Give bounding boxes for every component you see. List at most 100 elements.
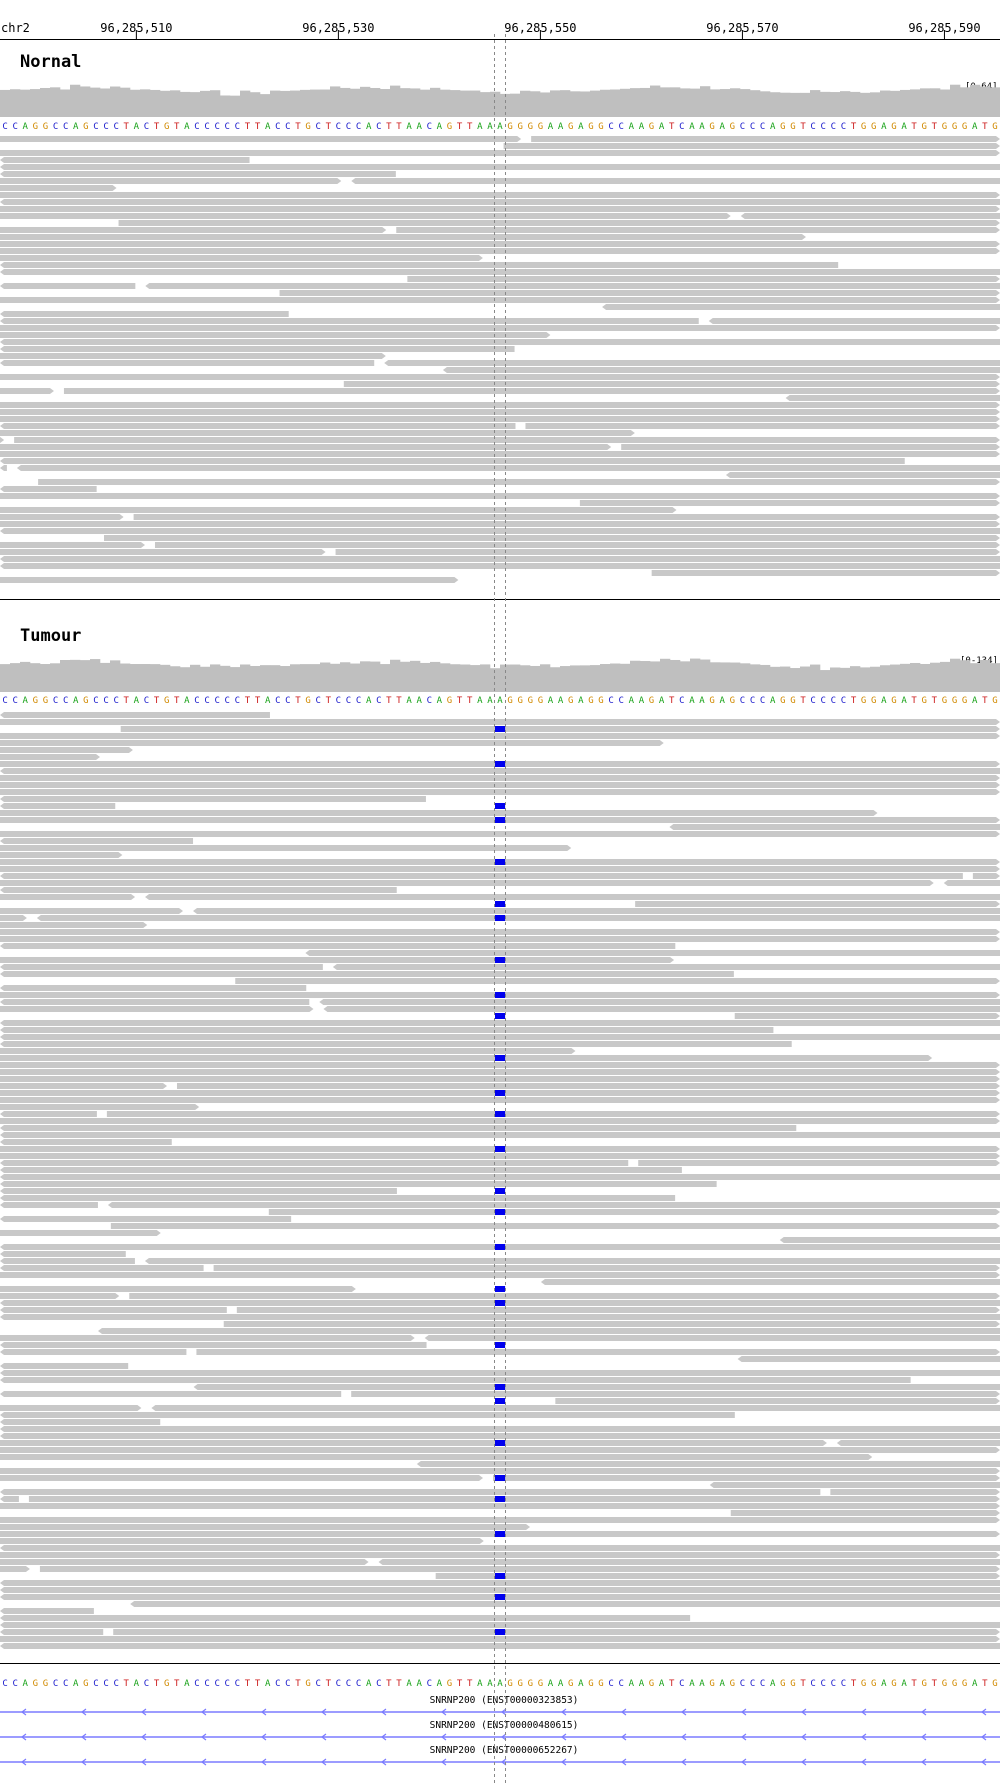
read [943, 880, 1000, 886]
reference-base: G [871, 696, 876, 706]
reference-base: C [275, 1679, 280, 1689]
coverage-bar [900, 89, 911, 117]
coverage-bar [460, 90, 471, 117]
read [0, 1503, 1000, 1509]
read [0, 332, 551, 338]
gene-feature[interactable]: SNRNP200 (ENST00000480615) [0, 1720, 1000, 1741]
reference-base: A [497, 122, 503, 132]
reference-base: T [467, 696, 473, 706]
reference-base: G [517, 696, 522, 706]
read [0, 985, 307, 991]
reference-base: G [164, 122, 169, 132]
read [0, 1629, 104, 1635]
reference-base: G [517, 1679, 522, 1689]
read [0, 957, 675, 963]
reference-base: C [346, 696, 351, 706]
read [28, 1496, 1000, 1502]
coverage-bar [930, 662, 941, 692]
gene-feature[interactable]: SNRNP200 (ENST00000323853) [0, 1695, 1000, 1716]
coverage-bar [280, 666, 291, 692]
coverage-bar [770, 92, 781, 117]
coverage-bar [160, 90, 171, 117]
read [0, 1391, 342, 1397]
reference-base: A [184, 696, 190, 706]
read [0, 1377, 911, 1383]
read [0, 845, 572, 851]
read [0, 1335, 415, 1341]
coverage-bar [890, 90, 901, 117]
coverage-bar [250, 665, 261, 692]
coverage-bar [520, 665, 531, 692]
reference-base: G [83, 696, 88, 706]
variant-base [495, 1342, 506, 1348]
reference-base: G [780, 122, 785, 132]
coverage-bar [640, 87, 651, 117]
gene-line[interactable] [0, 1708, 1000, 1716]
reference-base: T [467, 1679, 473, 1689]
read [223, 1321, 1000, 1327]
reference-base: C [376, 1679, 381, 1689]
variant-base [495, 1384, 506, 1390]
reads-normal[interactable] [0, 136, 1000, 583]
reference-base: C [204, 122, 209, 132]
reference-base: G [528, 122, 533, 132]
reference-base: T [396, 696, 402, 706]
reference-base: A [477, 122, 483, 132]
coverage-bar [120, 663, 131, 692]
read [0, 157, 250, 163]
reference-base: A [437, 122, 443, 132]
reference-base: A [639, 1679, 645, 1689]
read [785, 395, 1000, 401]
coverage-track-normal[interactable] [0, 84, 1000, 117]
coverage-bar [20, 661, 31, 692]
coverage-bar [610, 663, 621, 692]
reference-base: C [831, 696, 836, 706]
read [0, 171, 396, 177]
coverage-bar [10, 89, 21, 117]
reference-base: A [578, 696, 584, 706]
reference-base: A [23, 696, 29, 706]
read [0, 747, 133, 753]
read [0, 423, 516, 429]
reference-base: G [588, 122, 593, 132]
reference-base: C [679, 1679, 684, 1689]
reference-base: A [972, 696, 978, 706]
read [0, 1489, 821, 1495]
reference-base: A [578, 1679, 584, 1689]
alignment-track-tumour[interactable]: Tumour [0-134] CCAGGCCAGCCCTACTGTACCCCCT… [0, 626, 1000, 1649]
variant-base [495, 817, 506, 823]
coverage-bar [710, 89, 721, 117]
alignment-track-normal[interactable]: Nornal [0-64] CCAGGCCAGCCCTACTGTACCCCCTT… [0, 52, 1000, 583]
read [836, 1440, 1000, 1446]
reference-base: C [214, 696, 219, 706]
reference-base: G [43, 696, 48, 706]
read [0, 556, 1000, 562]
coverage-bar [90, 659, 101, 692]
gene-line[interactable] [0, 1733, 1000, 1741]
read [651, 570, 1000, 576]
gene-feature[interactable]: SNRNP200 (ENST00000652267) [0, 1745, 1000, 1766]
coverage-track-tumour[interactable] [0, 658, 1000, 692]
reference-base: C [356, 122, 361, 132]
reference-base: G [871, 1679, 876, 1689]
gene-track[interactable]: CCAGGCCAGCCCTACTGTACCCCCTTACCTGCTCCCACTT… [0, 1679, 1000, 1766]
reads-tumour[interactable] [0, 712, 1000, 1649]
coverage-bar [830, 667, 841, 692]
reference-base: C [750, 696, 755, 706]
ruler-tick-label: 96,285,550 [504, 21, 576, 35]
reference-base: A [699, 696, 705, 706]
reference-base: A [548, 696, 554, 706]
coverage-bar [910, 662, 921, 692]
reference-base: G [538, 1679, 543, 1689]
reference-base: G [43, 122, 48, 132]
coverage-bar [70, 84, 81, 117]
reference-base: G [507, 1679, 512, 1689]
reference-base: G [952, 1679, 957, 1689]
reference-base: C [841, 1679, 846, 1689]
coverage-bar [800, 92, 811, 117]
gene-line[interactable] [0, 1758, 1000, 1766]
coverage-bar [660, 658, 671, 692]
variant-base [495, 1398, 506, 1404]
reference-base: A [629, 696, 635, 706]
read [0, 269, 1000, 275]
